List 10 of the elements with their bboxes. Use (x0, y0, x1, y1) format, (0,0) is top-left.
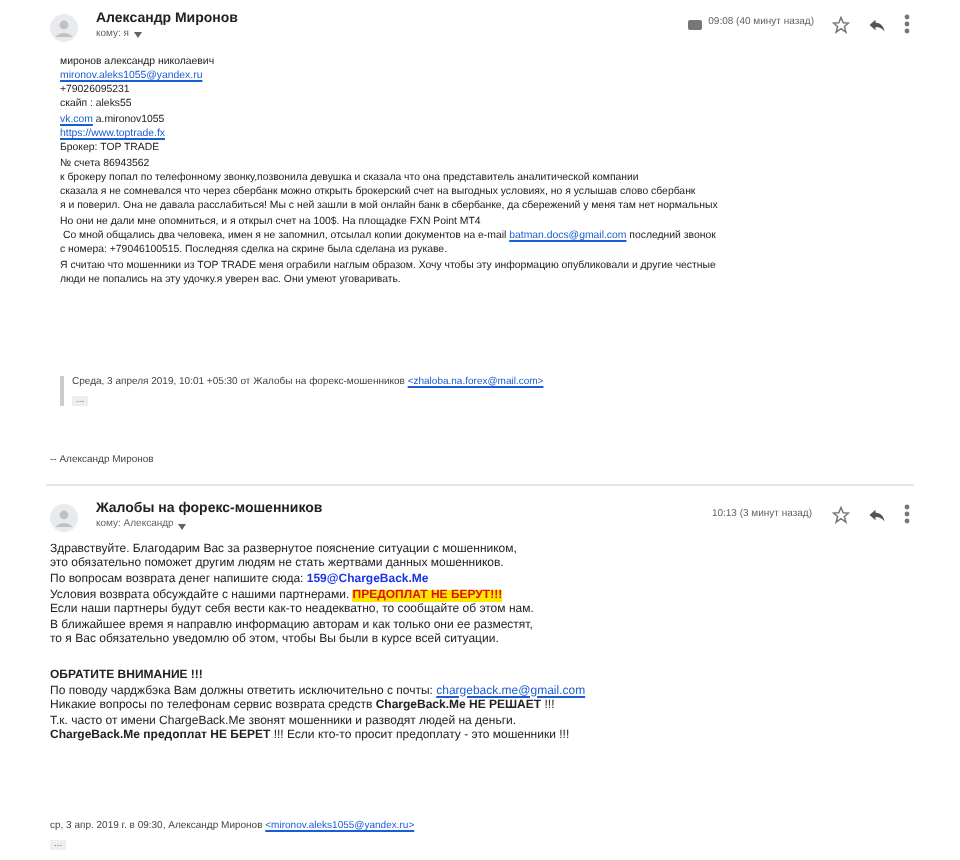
reply-icon[interactable] (868, 15, 886, 33)
more-icon[interactable] (904, 14, 910, 34)
star-icon[interactable] (832, 505, 850, 524)
caret-icon[interactable] (133, 32, 142, 39)
avatar-icon (50, 14, 78, 42)
more-icon[interactable] (904, 504, 910, 525)
caret-icon[interactable] (177, 523, 186, 529)
reply-icon[interactable] (868, 505, 886, 524)
avatar-icon (50, 504, 78, 533)
star-icon[interactable] (832, 15, 850, 33)
